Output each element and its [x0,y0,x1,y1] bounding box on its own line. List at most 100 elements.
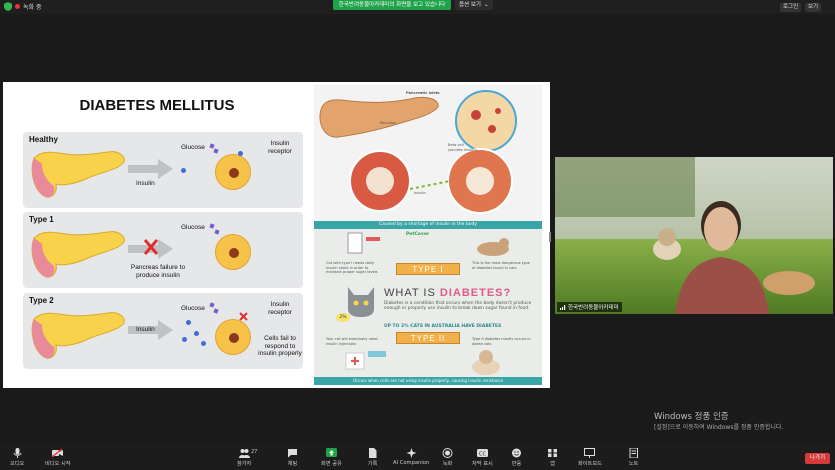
pancreas-illustration: Pancreatic islets Pancreas Beta cell (se… [314,85,542,221]
document-icon [369,448,377,458]
start-video-button[interactable]: 비디오 시작 [45,448,71,467]
top-bar: 녹화 중 한국반려동물아카데미의 화면을 보고 있습니다 옵션 보기 ⌄ 로그인… [0,0,835,14]
captions-button[interactable]: CC 자막 표시 [472,448,493,467]
splitter-handle[interactable] [549,232,551,242]
glucose-molecule [214,229,220,235]
diabetes-diagram: DIABETES MELLITUS Healthy Insulin Glucos… [8,85,306,385]
slide-title: DIABETES MELLITUS [79,97,235,114]
nucleus [229,333,239,343]
whiteboard-icon [584,448,596,458]
row-label: Type 2 [29,296,54,305]
cat-face-icon [348,287,374,317]
recording-indicator[interactable]: 녹화 중 [4,2,41,11]
glucose-label: Glucose [181,144,205,151]
pancreas-image [31,151,125,198]
definition-text: Diabetes is a condition that occurs when… [384,301,532,312]
type1-row: Type 1 Pancreas failure to produce insul… [23,212,303,288]
apps-label: 앱 [550,461,555,467]
share-screen-label: 화면 공유 [321,461,342,467]
record-button[interactable]: 기록 [367,448,378,467]
glucose-molecule [213,308,219,314]
cell [215,154,251,190]
arrow-icon [128,159,173,179]
chat-button[interactable]: 채팅 [287,448,298,467]
failure-label: Pancreas failure to produce insulin [130,264,186,279]
view-options-button[interactable]: 옵션 보기 ⌄ [455,0,493,10]
insulin-molecule [201,341,206,346]
captions-label: 자막 표시 [472,461,493,467]
notes-icon [629,448,638,458]
ai-companion-label: AI Companion [393,460,430,466]
record-icon [442,448,453,458]
what-is-diabetes-heading: WHAT IS DIABETES? [384,287,511,299]
shield-icon [4,2,12,11]
insulin-molecule [238,151,243,156]
insulin-molecule [186,320,191,325]
login-button[interactable]: 로그인 [780,3,802,12]
type1-left-text: Cat with type I needs daily insulin shot… [326,261,378,274]
participants-button[interactable]: 참가자 [237,448,251,467]
brand-logo: PetCover [406,232,430,237]
x-mark-icon [144,239,158,255]
chevron-down-icon: ⌄ [484,2,489,8]
glucose-molecule [209,223,215,229]
pancreas-image [31,312,125,359]
receptor-label: Insulin receptor [268,140,292,155]
chat-icon [288,449,297,458]
svg-text:CC: CC [479,452,486,458]
recording-button[interactable]: 녹화 [442,448,453,467]
whiteboard-label: 화이트보드 [578,461,602,467]
shared-screen: DIABETES MELLITUS Healthy Insulin Glucos… [3,82,550,388]
windows-activation-hint: [설정]으로 이동하여 Windows를 정품 인증합니다. [654,424,784,431]
type2-row: Type 2 Insulin Glucose Insulin receptor … [23,293,303,369]
type1-right-text: This is the most dangerous type of diabe… [472,261,530,270]
sparkle-icon [406,448,417,458]
islets-label: Pancreatic islets [406,91,440,95]
cat-sitting-icon [472,350,500,375]
recording-label: 녹화 중 [23,4,42,11]
pancreas-image [31,231,125,278]
audio-button[interactable]: 오디오 [10,448,24,467]
apps-icon [548,449,557,457]
video-frame [555,157,833,314]
participants-count: 27 [251,449,258,455]
insulin-label: Insulin [414,191,426,195]
nucleus [229,168,239,178]
diabetes-infographic: Pancreatic islets Pancreas Beta cell (se… [314,85,542,385]
x-mark-icon [239,312,248,321]
whiteboard-button[interactable]: 화이트보드 [578,448,602,467]
nucleus [229,248,239,258]
row-label: Type 1 [29,215,54,224]
percent-badge: 2% [336,313,350,322]
microphone-icon [13,448,22,458]
participant-video[interactable]: 한국반려동물아카데미 [555,157,833,314]
receptor-label: Insulin receptor [268,301,292,316]
leave-button[interactable]: 나가기 [805,453,830,464]
glucose-label: Glucose [181,224,205,231]
insulin-molecule [194,331,199,336]
view-button[interactable]: 보기 [805,3,822,12]
apps-button[interactable]: 앱 [547,448,558,467]
video-off-icon [52,448,64,458]
signal-icon [560,304,566,310]
participants-icon [238,449,250,458]
view-options-label: 옵션 보기 [459,2,481,8]
reactions-button[interactable]: 반응 [511,448,522,467]
share-screen-button[interactable]: 화면 공유 [321,448,342,467]
share-screen-icon [325,448,337,457]
record-dot-icon [15,4,20,9]
notes-label: 노트 [628,461,639,467]
syringe-icon [347,232,380,254]
participant-name: 한국반려동물아카데미 [568,305,619,311]
windows-activation-title: Windows 정품 인증 [654,412,729,422]
caused-by-bar: Caused by a shortage of insulin in the b… [314,221,542,229]
insulin-label: Insulin [136,326,155,333]
what-prefix: WHAT IS [384,287,436,299]
smiley-icon [512,448,521,458]
stat-text: UP TO 2% CATS IN AUSTRALIA HAVE DIABETES [384,324,502,329]
record-label: 기록 [367,461,378,467]
audio-label: 오디오 [10,461,25,467]
medical-kit-icon [345,351,386,370]
ai-companion-button[interactable]: AI Companion [393,448,429,466]
notes-button[interactable]: 노트 [628,448,639,467]
